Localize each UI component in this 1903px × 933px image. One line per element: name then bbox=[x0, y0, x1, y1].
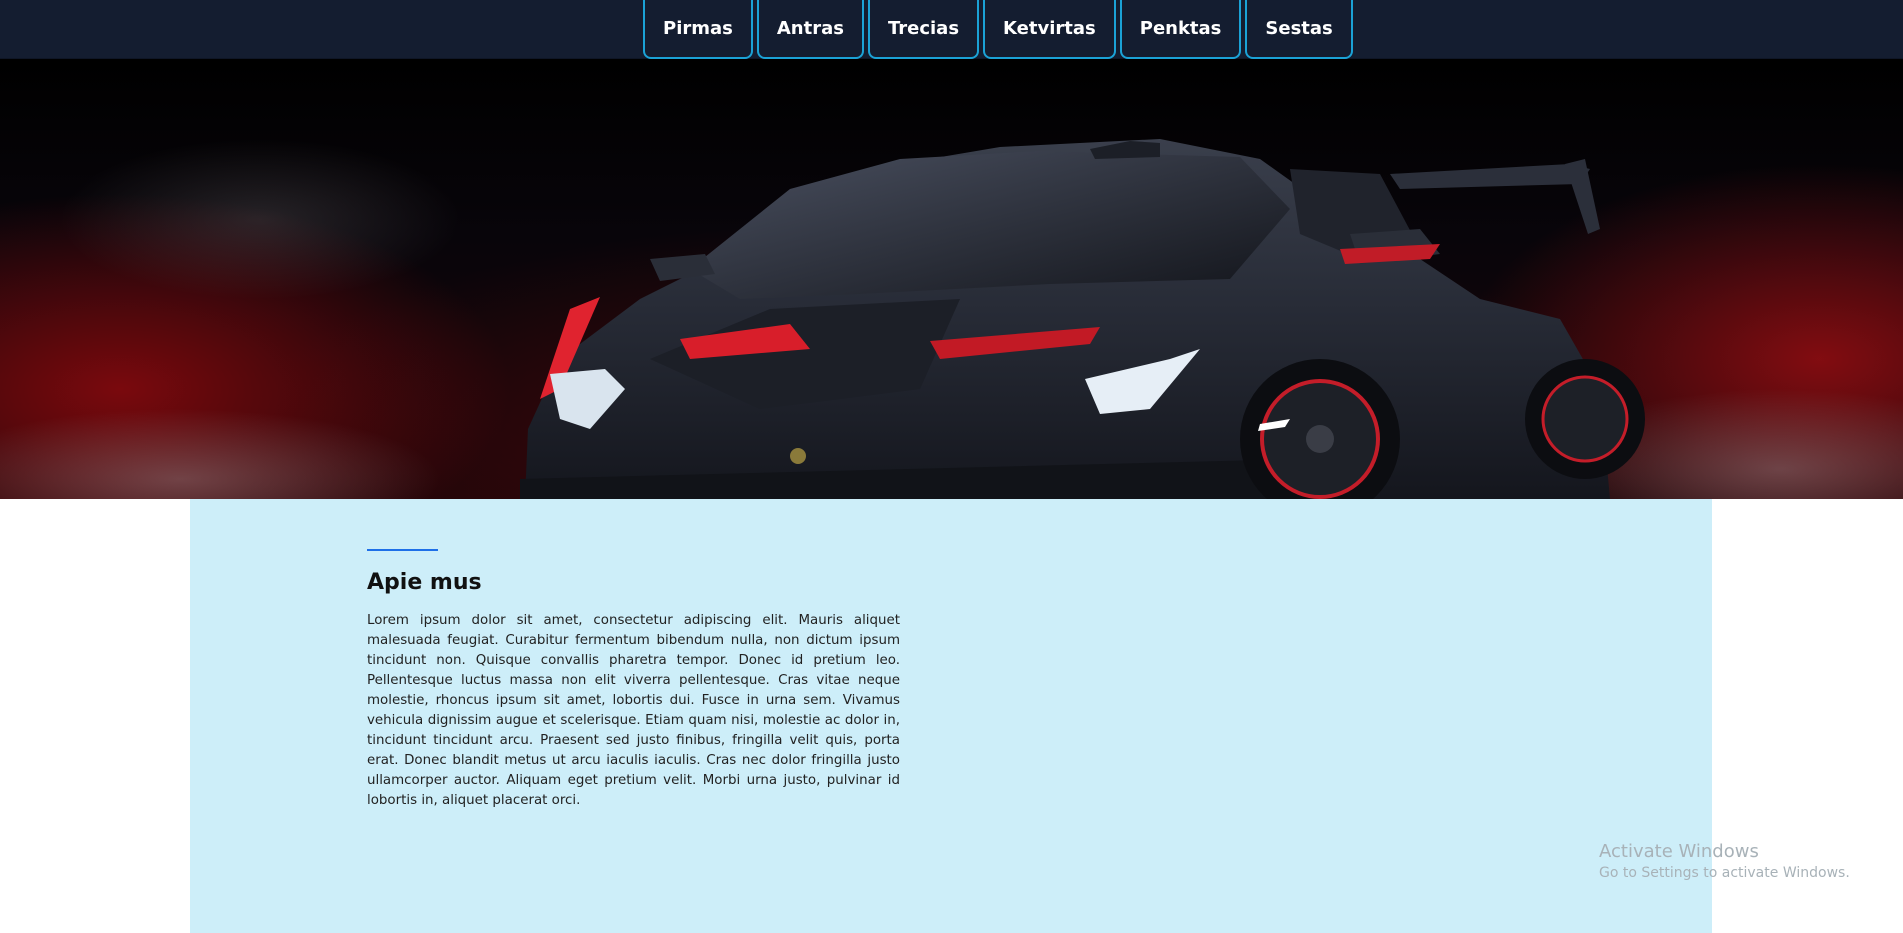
about-section: Apie mus Lorem ipsum dolor sit amet, con… bbox=[190, 499, 1712, 933]
sports-car-image bbox=[0, 139, 1903, 499]
nav-item-penktas[interactable]: Penktas bbox=[1119, 0, 1242, 59]
watermark-title: Activate Windows bbox=[1599, 841, 1759, 862]
nav-item-sestas[interactable]: Sestas bbox=[1245, 0, 1353, 59]
nav-item-pirmas[interactable]: Pirmas bbox=[643, 0, 753, 59]
nav-item-trecias[interactable]: Trecias bbox=[867, 0, 980, 59]
section-accent-line bbox=[367, 549, 438, 551]
hero-banner bbox=[0, 59, 1903, 499]
about-text: Lorem ipsum dolor sit amet, consectetur … bbox=[367, 613, 900, 808]
nav-item-antras[interactable]: Antras bbox=[756, 0, 864, 59]
main-nav: Pirmas Antras Trecias Ketvirtas Penktas … bbox=[643, 0, 1353, 59]
about-title: Apie mus bbox=[367, 570, 482, 595]
watermark-subtitle: Go to Settings to activate Windows. bbox=[1599, 865, 1850, 881]
windows-activation-watermark: Activate Windows Go to Settings to activ… bbox=[1599, 841, 1850, 881]
top-navigation-bar: Pirmas Antras Trecias Ketvirtas Penktas … bbox=[0, 0, 1903, 59]
nav-item-ketvirtas[interactable]: Ketvirtas bbox=[983, 0, 1116, 59]
